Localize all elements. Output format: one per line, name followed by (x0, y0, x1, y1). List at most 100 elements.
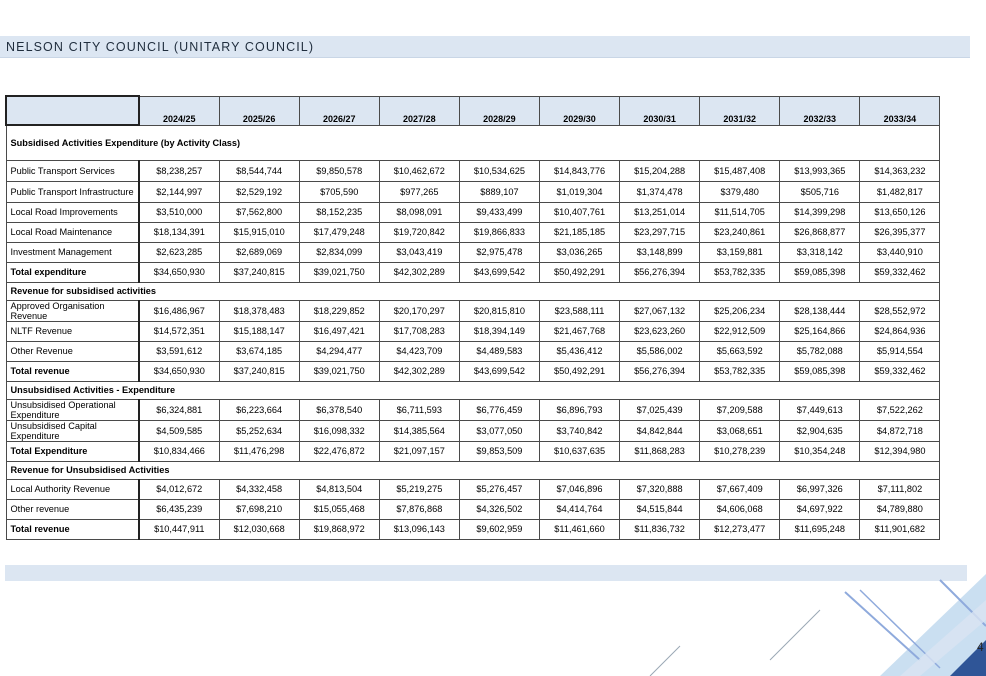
total-row: Total revenue $34,650,930 $37,240,815 $39,0… (5, 360, 941, 382)
value-cell: $5,914,554 (859, 340, 941, 362)
table-row: Other Revenue $3,591,612 $3,674,185 $4,294,… (5, 340, 941, 362)
value-cell: $21,467,768 (538, 320, 621, 342)
value-cell: $4,489,583 (458, 340, 540, 362)
total-row: Total revenue $10,447,911 $12,030,668 $19,8… (5, 518, 941, 540)
value-cell: $18,378,483 (218, 299, 300, 322)
value-cell: $10,407,761 (538, 201, 621, 223)
value-cell: $1,482,817 (859, 180, 941, 203)
value-cell: $3,036,265 (538, 241, 621, 263)
total-value-cell: $10,637,635 (538, 440, 621, 462)
table-row: Unsubsidised Operational Expenditure $6,3… (5, 398, 941, 421)
value-cell: $5,219,275 (378, 478, 460, 500)
table-row: NLTF Revenue $14,572,351 $15,188,147 $16,49… (5, 320, 941, 342)
value-cell: $11,514,705 (699, 201, 781, 223)
total-value-cell: $53,782,335 (699, 360, 781, 382)
year-header: 2024/25 (138, 95, 220, 126)
value-cell: $3,318,142 (779, 241, 861, 263)
total-value-cell: $11,901,682 (859, 518, 941, 540)
value-cell: $4,332,458 (218, 478, 300, 500)
value-cell: $4,012,672 (138, 478, 220, 500)
value-cell: $14,385,564 (378, 419, 460, 442)
value-cell: $14,843,776 (538, 159, 621, 182)
total-label: Total Expenditure (5, 440, 140, 462)
year-header: 2026/27 (298, 95, 380, 126)
value-cell: $6,711,593 (378, 398, 460, 421)
section-heading: Revenue for Unsubsidised Activities (5, 460, 941, 480)
row-label: Unsubsidised Operational Expenditure (5, 398, 140, 421)
total-value-cell: $10,278,239 (699, 440, 781, 462)
value-cell: $3,510,000 (138, 201, 220, 223)
value-cell: $5,586,002 (619, 340, 701, 362)
value-cell: $14,363,232 (859, 159, 941, 182)
financial-table: 2024/25 2025/26 2026/27 2027/28 2028/29 … (5, 95, 941, 540)
row-label: Investment Management (5, 241, 140, 263)
header-corner-cell (5, 95, 140, 126)
page-number: 4 (977, 640, 984, 654)
total-value-cell: $22,476,872 (298, 440, 380, 462)
value-cell: $13,251,014 (619, 201, 701, 223)
value-cell: $23,297,715 (619, 221, 701, 243)
total-value-cell: $19,868,972 (298, 518, 380, 540)
total-value-cell: $12,394,980 (859, 440, 941, 462)
value-cell: $27,067,132 (619, 299, 701, 322)
value-cell: $6,223,664 (218, 398, 300, 421)
value-cell: $3,068,651 (699, 419, 781, 442)
row-label: Local Road Improvements (5, 201, 140, 223)
value-cell: $2,144,997 (138, 180, 220, 203)
value-cell: $25,164,866 (779, 320, 861, 342)
section-heading-row: Unsubsidised Activities - Expenditure (5, 380, 941, 400)
row-label: Public Transport Infrastructure (5, 180, 140, 203)
value-cell: $22,912,509 (699, 320, 781, 342)
value-cell: $10,534,625 (458, 159, 540, 182)
value-cell: $26,395,377 (859, 221, 941, 243)
value-cell: $28,552,972 (859, 299, 941, 322)
total-label: Total revenue (5, 518, 140, 540)
year-header: 2030/31 (619, 95, 701, 126)
total-value-cell: $59,085,398 (779, 261, 861, 283)
total-value-cell: $37,240,815 (218, 360, 300, 382)
header-row: 2024/25 2025/26 2026/27 2027/28 2028/29 … (5, 95, 941, 126)
value-cell: $21,185,185 (538, 221, 621, 243)
total-label: Total expenditure (5, 261, 140, 283)
total-value-cell: $37,240,815 (218, 261, 300, 283)
total-value-cell: $9,853,509 (458, 440, 540, 462)
section-heading: Revenue for subsidised activities (5, 281, 941, 301)
total-value-cell: $13,096,143 (378, 518, 460, 540)
value-cell: $7,562,800 (218, 201, 300, 223)
total-value-cell: $9,602,959 (458, 518, 540, 540)
value-cell: $7,876,868 (378, 498, 460, 520)
total-value-cell: $43,699,542 (458, 360, 540, 382)
value-cell: $2,623,285 (138, 241, 220, 263)
value-cell: $24,864,936 (859, 320, 941, 342)
value-cell: $15,055,468 (298, 498, 380, 520)
total-value-cell: $59,332,462 (859, 360, 941, 382)
total-value-cell: $11,695,248 (779, 518, 861, 540)
total-value-cell: $42,302,289 (378, 360, 460, 382)
total-value-cell: $11,836,732 (619, 518, 701, 540)
value-cell: $4,414,764 (538, 498, 621, 520)
total-value-cell: $56,276,394 (619, 261, 701, 283)
value-cell: $977,265 (378, 180, 460, 203)
value-cell: $18,394,149 (458, 320, 540, 342)
value-cell: $14,572,351 (138, 320, 220, 342)
value-cell: $4,813,504 (298, 478, 380, 500)
value-cell: $20,170,297 (378, 299, 460, 322)
value-cell: $7,320,888 (619, 478, 701, 500)
value-cell: $20,815,810 (458, 299, 540, 322)
year-header: 2033/34 (859, 95, 941, 126)
value-cell: $8,152,235 (298, 201, 380, 223)
value-cell: $7,111,802 (859, 478, 941, 500)
value-cell: $5,276,457 (458, 478, 540, 500)
row-label: Other Revenue (5, 340, 140, 362)
value-cell: $505,716 (779, 180, 861, 203)
title-bar: NELSON CITY COUNCIL (UNITARY COUNCIL) (0, 36, 970, 58)
value-cell: $9,850,578 (298, 159, 380, 182)
total-row: Total Expenditure $10,834,466 $11,476,298 $… (5, 440, 941, 462)
row-label: Other revenue (5, 498, 140, 520)
table-row: Local Road Maintenance $18,134,391 $15,915… (5, 221, 941, 243)
value-cell: $25,206,234 (699, 299, 781, 322)
value-cell: $18,134,391 (138, 221, 220, 243)
total-label: Total revenue (5, 360, 140, 382)
year-header: 2029/30 (538, 95, 621, 126)
value-cell: $4,842,844 (619, 419, 701, 442)
